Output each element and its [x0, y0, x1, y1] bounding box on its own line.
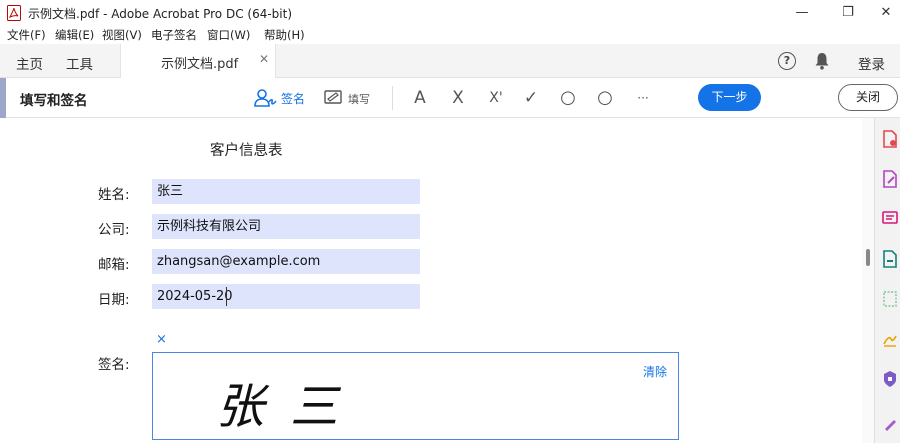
tab-bar: 主页 工具 示例文档.pdf ✕ ? 登录	[0, 44, 900, 78]
text-cursor	[226, 287, 227, 306]
organize-pages-icon[interactable]	[882, 250, 898, 268]
scrollbar-thumb[interactable]	[866, 249, 870, 266]
form-title: 客户信息表	[210, 143, 283, 159]
signature-label: 签名:	[98, 357, 130, 373]
email-label: 邮箱:	[98, 257, 130, 273]
bell-icon[interactable]	[814, 52, 830, 70]
email-field[interactable]: zhangsan@example.com	[152, 249, 420, 274]
protect-icon[interactable]	[882, 370, 898, 388]
fill-form-icon	[324, 90, 342, 104]
name-field[interactable]: 张三	[152, 179, 420, 204]
dot-icon[interactable]: ○	[594, 87, 616, 109]
toolbar-accent	[0, 78, 6, 118]
fill-mode-label: 填写	[348, 93, 370, 106]
vertical-scrollbar[interactable]	[862, 118, 874, 443]
right-tools-panel	[874, 118, 900, 443]
signature-remove-icon[interactable]: ×	[156, 332, 167, 347]
clear-signature-button[interactable]: 清除	[643, 363, 667, 380]
comment-icon[interactable]	[882, 210, 898, 228]
menu-file[interactable]: 文件(F)	[7, 27, 46, 43]
menu-esign[interactable]: 电子签名	[151, 27, 197, 43]
toolbar-title: 填写和签名	[20, 93, 88, 109]
sign-mode-button[interactable]: 签名	[254, 87, 314, 109]
date-label: 日期:	[98, 292, 130, 308]
toolbar-separator	[392, 86, 393, 110]
document-page: 客户信息表 姓名: 张三 公司: 示例科技有限公司 邮箱: zhangsan@e…	[0, 118, 862, 443]
checkmark-icon[interactable]: ✓	[520, 87, 542, 109]
fill-sign-toolbar: 填写和签名 签名 填写 A X X' ✓ ○ ○ ··· 下一步 关闭	[0, 78, 900, 118]
acrobat-window: 示例文档.pdf - Adobe Acrobat Pro DC (64-bit)…	[0, 0, 900, 443]
window-close-button[interactable]: ✕	[876, 4, 896, 22]
edit-pdf-icon[interactable]	[882, 170, 898, 188]
export-pdf-icon[interactable]	[882, 130, 898, 148]
minimize-button[interactable]: —	[792, 4, 812, 22]
restore-button[interactable]: ❐	[838, 4, 858, 22]
tab-home[interactable]: 主页	[16, 53, 43, 73]
handwritten-signature: 张三	[216, 379, 365, 435]
company-label: 公司:	[98, 222, 130, 238]
menu-help[interactable]: 帮助(H)	[264, 27, 305, 43]
company-field[interactable]: 示例科技有限公司	[152, 214, 420, 239]
add-text-icon[interactable]: A	[409, 87, 431, 109]
compress-pdf-icon[interactable]	[882, 290, 898, 308]
sign-person-icon	[254, 89, 277, 107]
superscript-x-icon[interactable]: X'	[485, 87, 507, 109]
tab-tools[interactable]: 工具	[66, 53, 93, 73]
tab-close-icon[interactable]: ✕	[259, 52, 269, 66]
help-icon[interactable]: ?	[778, 52, 796, 70]
sign-mode-label: 签名	[281, 92, 306, 106]
tab-document-label: 示例文档.pdf	[161, 57, 239, 72]
menu-window[interactable]: 窗口(W)	[207, 27, 250, 43]
name-label: 姓名:	[98, 187, 130, 203]
menu-view[interactable]: 视图(V)	[102, 27, 142, 43]
fill-sign-icon[interactable]	[882, 330, 898, 348]
more-icon[interactable]: ···	[632, 87, 654, 109]
window-title: 示例文档.pdf - Adobe Acrobat Pro DC (64-bit)	[28, 7, 293, 21]
signature-box[interactable]: 清除 张三	[152, 352, 679, 440]
login-button[interactable]: 登录	[858, 53, 885, 73]
menu-edit[interactable]: 编辑(E)	[55, 27, 94, 43]
cross-mark-icon[interactable]: X	[447, 87, 469, 109]
acrobat-logo-icon	[7, 5, 21, 21]
date-field[interactable]: 2024-05-20	[152, 284, 420, 309]
fill-mode-button[interactable]: 填写	[324, 87, 384, 109]
next-step-button[interactable]: 下一步	[698, 84, 761, 111]
close-button[interactable]: 关闭	[838, 84, 898, 111]
tab-document[interactable]: 示例文档.pdf ✕	[120, 44, 276, 78]
menu-bar: 文件(F) 编辑(E) 视图(V) 电子签名 窗口(W) 帮助(H)	[0, 26, 900, 44]
title-bar: 示例文档.pdf - Adobe Acrobat Pro DC (64-bit)…	[0, 0, 900, 26]
circle-icon[interactable]: ○	[557, 87, 579, 109]
more-tools-icon[interactable]	[882, 414, 898, 432]
